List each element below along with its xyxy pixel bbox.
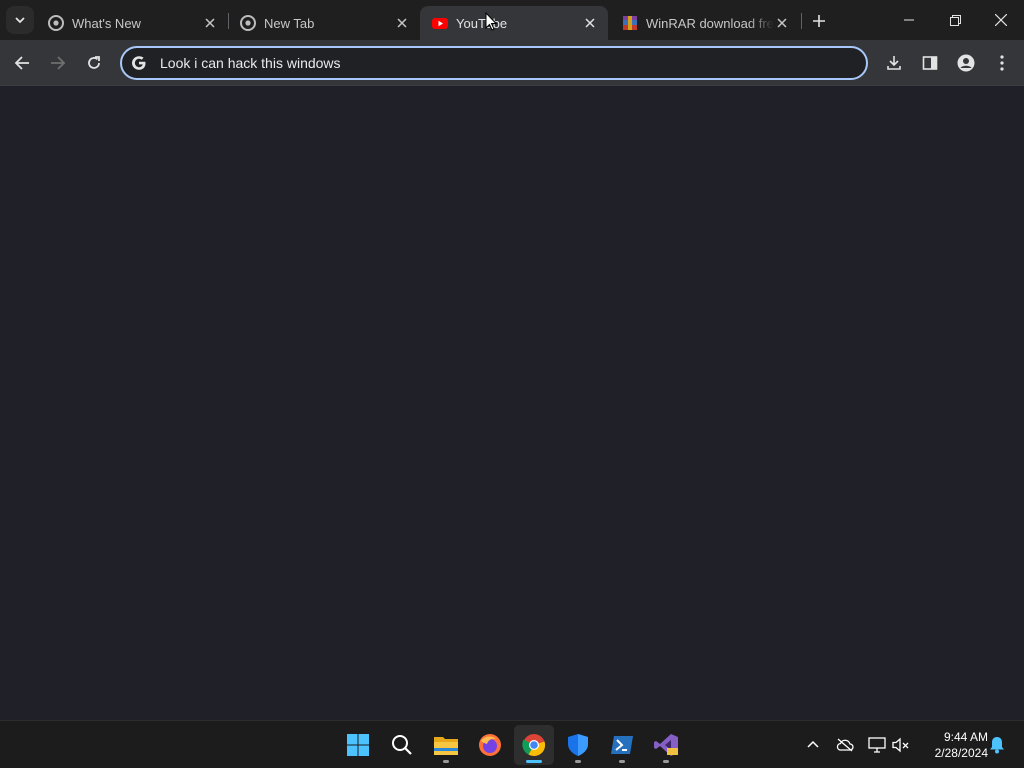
volume-tray-button[interactable] [889, 733, 913, 757]
back-button[interactable] [6, 47, 38, 79]
running-indicator [619, 760, 625, 763]
onedrive-tray-button[interactable] [833, 733, 857, 757]
arrow-back-icon [14, 56, 29, 70]
tab-search-button[interactable] [6, 6, 34, 34]
google-icon [130, 54, 148, 72]
close-icon [995, 14, 1007, 26]
close-tab-icon[interactable] [582, 15, 598, 31]
profile-icon [957, 54, 975, 72]
tab-title: WinRAR download fre [646, 15, 774, 31]
clock-date: 2/28/2024 [934, 746, 988, 760]
tab-new-tab[interactable]: New Tab [228, 6, 420, 40]
powershell-icon [611, 736, 633, 754]
network-tray-button[interactable] [865, 733, 889, 757]
network-icon [868, 737, 886, 753]
chrome-icon [48, 15, 64, 31]
winrar-icon [622, 15, 638, 31]
close-tab-icon[interactable] [774, 15, 790, 31]
side-panel-button[interactable] [914, 47, 946, 79]
search-icon [392, 735, 412, 755]
tab-winrar[interactable]: WinRAR download fre [610, 6, 800, 40]
bell-icon [990, 737, 1004, 754]
chevron-up-icon [807, 740, 819, 748]
onedrive-offline-icon [836, 738, 854, 752]
downloads-button[interactable] [878, 47, 910, 79]
plus-icon [813, 15, 825, 27]
forward-button[interactable] [42, 47, 74, 79]
taskbar: 9:44 AM 2/28/2024 [0, 720, 1024, 768]
notifications-button[interactable] [985, 733, 1009, 757]
taskbar-windows-security[interactable] [558, 725, 598, 765]
tab-title: YouTube [456, 15, 508, 31]
running-indicator [526, 760, 542, 763]
start-button[interactable] [338, 725, 378, 765]
visual-studio-icon [654, 734, 678, 756]
running-indicator [575, 760, 581, 763]
page-content[interactable] [0, 87, 1024, 720]
windows-security-icon [568, 734, 588, 756]
reload-icon [88, 56, 100, 69]
restore-button[interactable] [932, 0, 978, 40]
file-explorer-icon [434, 737, 458, 755]
close-tab-icon[interactable] [394, 15, 410, 31]
taskbar-file-explorer[interactable] [426, 725, 466, 765]
windows-start-icon [347, 734, 369, 756]
profile-button[interactable] [950, 47, 982, 79]
taskbar-firefox[interactable] [470, 725, 510, 765]
browser-window: What's New New Tab YouTube WinRAR downlo… [0, 0, 1024, 720]
youtube-icon [432, 15, 448, 31]
mouse-cursor-icon [485, 11, 498, 37]
close-tab-icon[interactable] [202, 15, 218, 31]
minimize-button[interactable] [886, 0, 932, 40]
minimize-icon [904, 19, 914, 21]
taskbar-powershell[interactable] [602, 725, 642, 765]
clock-time: 9:44 AM [943, 730, 988, 744]
taskbar-chrome[interactable] [514, 725, 554, 765]
close-window-button[interactable] [978, 0, 1024, 40]
tab-separator [801, 13, 802, 29]
tab-strip: What's New New Tab YouTube WinRAR downlo… [0, 0, 1024, 40]
firefox-icon [479, 734, 501, 756]
taskbar-clock[interactable]: 9:44 AM 2/28/2024 [918, 729, 988, 761]
new-tab-button[interactable] [806, 8, 832, 34]
volume-muted-icon [892, 737, 909, 753]
chrome-icon [240, 15, 256, 31]
taskbar-visual-studio[interactable] [646, 725, 686, 765]
chevron-down-icon [15, 17, 25, 24]
running-indicator [443, 760, 449, 763]
chrome-icon [522, 734, 546, 757]
tab-whats-new[interactable]: What's New [36, 6, 228, 40]
browser-toolbar [0, 40, 1024, 86]
tab-title: What's New [72, 15, 141, 31]
taskbar-search-button[interactable] [382, 725, 422, 765]
restore-icon [949, 14, 961, 26]
more-vert-icon [1000, 55, 1004, 71]
arrow-forward-icon [51, 56, 66, 70]
side-panel-icon [922, 56, 938, 70]
menu-button[interactable] [986, 47, 1018, 79]
show-hidden-icons-button[interactable] [801, 733, 825, 757]
tab-title: New Tab [264, 15, 315, 31]
address-input[interactable] [160, 55, 866, 71]
reload-button[interactable] [78, 47, 110, 79]
running-indicator [663, 760, 669, 763]
address-bar[interactable] [120, 46, 868, 80]
download-icon [887, 56, 901, 70]
tab-youtube[interactable]: YouTube [420, 6, 608, 40]
